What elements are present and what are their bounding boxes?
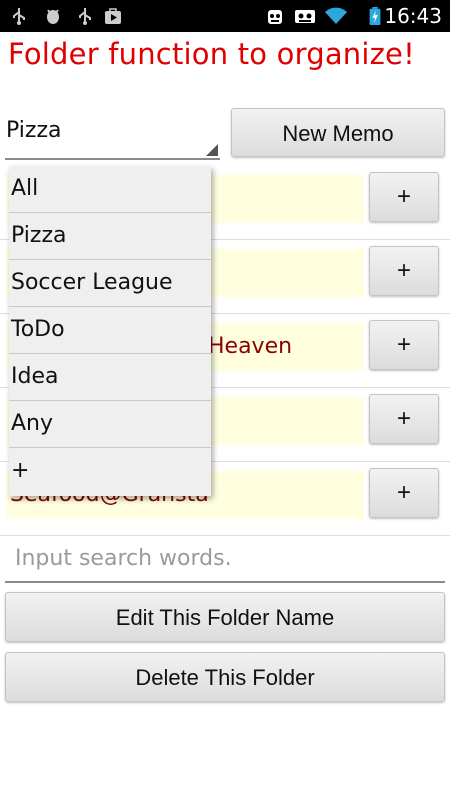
page-title: Folder function to organize!: [8, 37, 415, 71]
usb-icon: [13, 8, 25, 25]
folder-dropdown-list: All Pizza Soccer League ToDo Idea Any +: [9, 166, 211, 496]
folder-select-value: Pizza: [6, 118, 62, 143]
dropdown-item-soccer-league[interactable]: Soccer League: [9, 260, 211, 307]
add-button[interactable]: +: [369, 468, 439, 518]
wifi-icon: [325, 7, 347, 24]
add-button[interactable]: +: [369, 246, 439, 296]
add-button[interactable]: +: [369, 320, 439, 370]
delete-folder-button[interactable]: Delete This Folder: [5, 652, 445, 702]
search-input[interactable]: [5, 537, 445, 579]
add-button[interactable]: +: [369, 394, 439, 444]
play-store-icon: [105, 8, 121, 24]
new-memo-button[interactable]: New Memo: [231, 108, 445, 157]
usb-icon: [79, 8, 91, 25]
android-debug-icon: [47, 9, 59, 24]
dropdown-arrow-icon: [206, 144, 218, 156]
tape-icon: [295, 10, 315, 23]
dropdown-item-idea[interactable]: Idea: [9, 354, 211, 401]
dropdown-item-todo[interactable]: ToDo: [9, 307, 211, 354]
add-button[interactable]: +: [369, 172, 439, 222]
status-time: 16:43: [384, 4, 442, 28]
status-bar: 16:43: [0, 0, 450, 32]
folder-select[interactable]: Pizza: [5, 108, 220, 160]
edit-folder-name-button[interactable]: Edit This Folder Name: [5, 592, 445, 642]
dropdown-item-pizza[interactable]: Pizza: [9, 213, 211, 260]
dropdown-item-any[interactable]: Any: [9, 401, 211, 448]
dropdown-item-all[interactable]: All: [9, 166, 211, 213]
search-box: [5, 537, 445, 583]
app-notification-icon: [268, 10, 282, 24]
dropdown-item-add-folder[interactable]: +: [9, 448, 211, 495]
battery-charging-icon: [369, 7, 381, 25]
